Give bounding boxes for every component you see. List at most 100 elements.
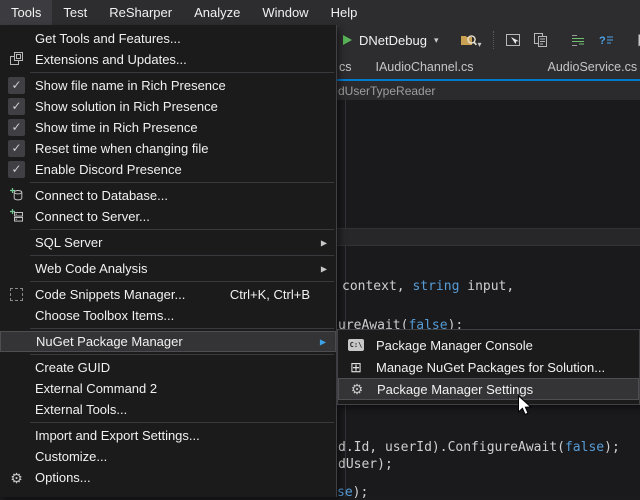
menu-item-package-manager-settings[interactable]: ⚙Package Manager Settings — [338, 378, 639, 400]
nuget-submenu: C:\Package Manager Console⊞Manage NuGet … — [337, 329, 640, 405]
pointer-window-icon — [505, 33, 521, 48]
server-connect-icon — [9, 208, 24, 226]
menu-separator — [30, 354, 334, 355]
check-icon: ✓ — [8, 119, 25, 136]
menu-item-options[interactable]: ⚙Options... — [0, 467, 336, 488]
menu-item-create-guid[interactable]: Create GUID — [0, 357, 336, 378]
menubar-item-test[interactable]: Test — [52, 0, 98, 25]
menubar-item-help[interactable]: Help — [320, 0, 369, 25]
code-line: dUser); — [338, 458, 393, 472]
menu-item-label: Enable Discord Presence — [35, 162, 182, 177]
gear-icon: ⚙ — [351, 382, 364, 396]
breadcrumb[interactable]: dUserTypeReader — [338, 84, 435, 98]
menubar-item-resharper[interactable]: ReSharper — [98, 0, 183, 25]
menu-item-choose-toolbox-items[interactable]: Choose Toolbox Items... — [0, 305, 336, 326]
menu-item-nuget-package-manager[interactable]: NuGet Package Manager▶ — [0, 331, 336, 352]
vs-window: ToolsTestReSharperAnalyzeWindowHelp DNet… — [0, 0, 640, 497]
tools-menu: Get Tools and Features... Extensions and … — [0, 25, 337, 497]
menu-item-shortcut: Ctrl+K, Ctrl+B — [230, 287, 336, 302]
menu-item-label: Show time in Rich Presence — [35, 120, 198, 135]
menu-separator — [30, 255, 334, 256]
menu-item-label: Show solution in Rich Presence — [35, 99, 218, 114]
copy-button[interactable] — [531, 28, 550, 52]
database-connect-icon — [9, 187, 24, 205]
submenu-arrow-icon: ▶ — [321, 264, 327, 273]
console-icon: C:\ — [348, 339, 365, 351]
menu-item-icon-col — [0, 288, 33, 301]
menu-item-label: External Command 2 — [35, 381, 157, 396]
copy-icon — [533, 32, 548, 48]
comment-help-button[interactable]: ? — [596, 28, 616, 52]
menu-item-customize[interactable]: Customize... — [0, 446, 336, 467]
code-editor[interactable]: context, string input,ureAwait(false);d.… — [337, 100, 640, 497]
find-in-files-button[interactable]: ▾ — [458, 28, 484, 52]
menu-separator — [30, 182, 334, 183]
bookmark-button[interactable] — [634, 28, 640, 52]
menubar-item-tools[interactable]: Tools — [0, 0, 52, 25]
menu-item-label: Code Snippets Manager... — [35, 287, 185, 302]
menu-item-label: Create GUID — [35, 360, 110, 375]
extensions-icon — [9, 51, 24, 69]
menu-item-icon-col: ⚙ — [0, 471, 33, 485]
caret-down-icon[interactable]: ▾ — [477, 40, 481, 49]
menu-item-connect-to-database[interactable]: Connect to Database... — [0, 185, 336, 206]
code-line: d.Id, userId).ConfigureAwait(false); — [338, 441, 620, 455]
menu-item-show-time-in-rich-presence[interactable]: ✓ Show time in Rich Presence — [0, 117, 336, 138]
menu-item-icon-col: ✓ — [0, 161, 33, 178]
select-window-button[interactable] — [503, 28, 523, 52]
menu-item-reset-time-when-changing-file[interactable]: ✓ Reset time when changing file — [0, 138, 336, 159]
submenu-arrow-icon: ▶ — [320, 337, 326, 346]
gear-icon: ⚙ — [10, 471, 23, 485]
menu-item-external-tools[interactable]: External Tools... — [0, 399, 336, 420]
menu-item-label: Connect to Server... — [35, 209, 150, 224]
menu-item-package-manager-console[interactable]: C:\Package Manager Console — [338, 334, 639, 356]
check-icon: ✓ — [8, 161, 25, 178]
menu-item-sql-server[interactable]: SQL Server ▶ — [0, 232, 336, 253]
menu-item-external-command-2[interactable]: External Command 2 — [0, 378, 336, 399]
menu-item-import-and-export-settings[interactable]: Import and Export Settings... — [0, 425, 336, 446]
menubar-item-analyze[interactable]: Analyze — [183, 0, 251, 25]
menu-item-icon-col: ✓ — [0, 98, 33, 115]
menu-item-extensions-and-updates[interactable]: Extensions and Updates... — [0, 49, 336, 70]
menu-item-code-snippets-manager[interactable]: Code Snippets Manager... Ctrl+K, Ctrl+B — [0, 284, 336, 305]
tab-iaudiochannel-cs[interactable]: IAudioChannel.cs — [364, 55, 486, 79]
editor-left-border — [345, 100, 346, 497]
mouse-cursor — [513, 394, 535, 417]
toolbar: DNetDebug ▾ ▾ — [337, 25, 640, 55]
breadcrumb-bar: dUserTypeReader — [337, 81, 640, 100]
format-indent-button[interactable] — [568, 28, 588, 52]
menu-item-label: Show file name in Rich Presence — [35, 78, 226, 93]
menu-item-label: Reset time when changing file — [35, 141, 208, 156]
menu-separator — [30, 422, 334, 423]
menu-item-label: SQL Server — [35, 235, 102, 250]
menu-item-get-tools-and-features[interactable]: Get Tools and Features... — [0, 28, 336, 49]
menu-separator — [30, 281, 334, 282]
menu-item-connect-to-server[interactable]: Connect to Server... — [0, 206, 336, 227]
menu-item-icon-col: C:\ — [338, 339, 374, 351]
menu-item-show-file-name-in-rich-presence[interactable]: ✓Show file name in Rich Presence — [0, 75, 336, 96]
caret-down-icon[interactable]: ▾ — [434, 35, 439, 46]
menubar-item-window[interactable]: Window — [251, 0, 319, 25]
menu-separator — [30, 229, 334, 230]
menu-item-show-solution-in-rich-presence[interactable]: ✓Show solution in Rich Presence — [0, 96, 336, 117]
tab-bar: csIAudioChannel.cs AudioService.cs — [337, 55, 640, 81]
submenu-arrow-icon: ▶ — [321, 238, 327, 247]
menu-bar: ToolsTestReSharperAnalyzeWindowHelp — [0, 0, 640, 25]
toolbar-grip[interactable] — [493, 31, 494, 49]
play-icon — [343, 35, 352, 45]
menu-item-enable-discord-presence[interactable]: ✓ Enable Discord Presence — [0, 159, 336, 180]
menu-item-manage-nuget-packages-for-solution[interactable]: ⊞Manage NuGet Packages for Solution... — [338, 356, 639, 378]
menu-item-label: Choose Toolbox Items... — [35, 308, 174, 323]
menu-item-label: External Tools... — [35, 402, 127, 417]
tab-cs[interactable]: cs — [337, 55, 358, 79]
search-folder-icon — [460, 32, 477, 48]
tab-audioservice-cs[interactable]: AudioService.cs — [535, 55, 640, 79]
run-button[interactable]: DNetDebug ▾ — [341, 28, 440, 52]
editor-divider — [337, 228, 640, 246]
check-icon: ✓ — [8, 140, 25, 157]
menu-separator — [30, 328, 334, 329]
run-config-label: DNetDebug — [359, 33, 427, 48]
menu-item-label: Extensions and Updates... — [35, 52, 187, 67]
menu-item-label: Manage NuGet Packages for Solution... — [376, 360, 605, 375]
menu-item-web-code-analysis[interactable]: Web Code Analysis▶ — [0, 258, 336, 279]
